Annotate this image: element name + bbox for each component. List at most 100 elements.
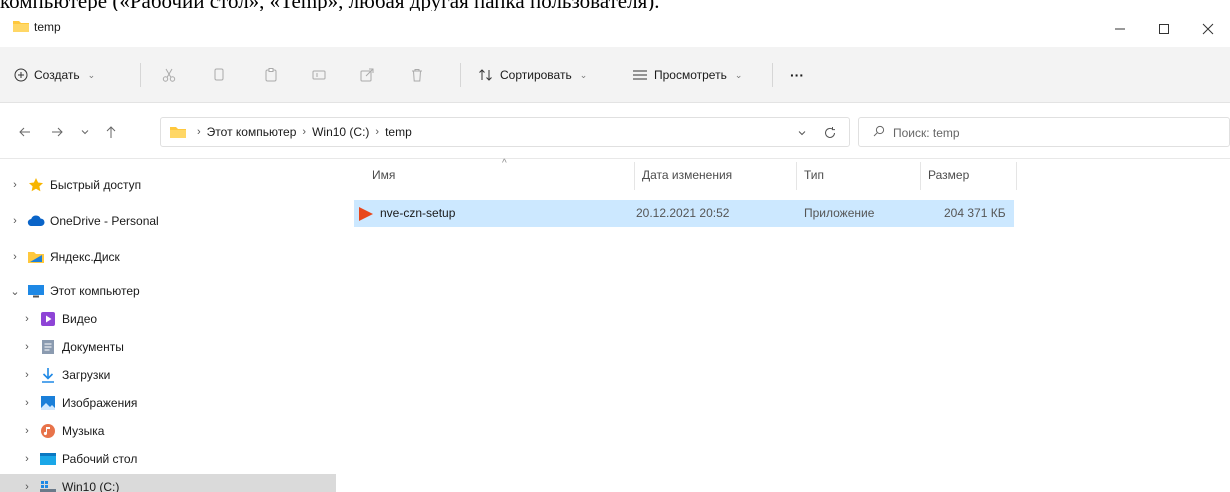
navigation-pane: › Быстрый доступ › OneDrive - Personal ›… (0, 160, 336, 492)
delete-button[interactable] (402, 61, 432, 89)
sidebar-item-music[interactable]: › Музыка (0, 418, 336, 444)
column-header-size[interactable]: Размер (920, 160, 1016, 190)
chevron-right-icon: › (13, 251, 17, 263)
more-options-button[interactable]: ··· (790, 61, 804, 89)
sidebar-item-label: Win10 (C:) (62, 480, 120, 492)
sidebar-item-drive-c[interactable]: › Win10 (C:) (0, 474, 336, 492)
maximize-icon (1159, 24, 1169, 34)
chevron-down-icon (798, 131, 806, 136)
trash-icon (412, 69, 422, 82)
maximize-button[interactable] (1146, 15, 1182, 43)
sidebar-item-desktop[interactable]: › Рабочий стол (0, 446, 336, 472)
paste-button[interactable] (256, 61, 286, 89)
column-header-label: Имя (372, 168, 396, 182)
table-row[interactable]: nve-czn-setup 20.12.2021 20:52 Приложени… (354, 200, 1014, 227)
rename-button[interactable] (304, 61, 334, 89)
sidebar-item-label: Изображения (62, 396, 138, 410)
view-button[interactable]: Просмотреть ⌄ (632, 61, 742, 89)
sort-label: Сортировать (500, 68, 572, 82)
sidebar-item-yandex-disk[interactable]: › Яндекс.Диск (0, 244, 336, 270)
share-button[interactable] (352, 61, 382, 89)
refresh-button[interactable] (821, 124, 839, 142)
column-header-modified[interactable]: Дата изменения (634, 160, 796, 190)
chevron-right-icon: › (25, 425, 29, 437)
back-button[interactable] (14, 121, 36, 143)
sidebar-item-label: Яндекс.Диск (50, 250, 120, 264)
pictures-icon (39, 395, 57, 411)
create-button[interactable]: Создать ⌄ (14, 61, 95, 89)
search-field[interactable]: Поиск: temp (858, 117, 1230, 147)
sidebar-item-documents[interactable]: › Документы (0, 334, 336, 360)
computer-icon (27, 283, 45, 299)
sidebar-item-label: Рабочий стол (62, 452, 138, 466)
minimize-button[interactable] (1102, 15, 1138, 43)
column-header-label: Дата изменения (642, 168, 733, 182)
downloads-icon (39, 367, 57, 383)
column-header-name[interactable]: Имя ^ (354, 158, 634, 190)
copy-button[interactable] (204, 61, 234, 89)
plus-circle-icon (14, 68, 28, 82)
file-list: Имя ^ Дата изменения Тип Размер nve-czn-… (336, 158, 1230, 492)
video-icon (39, 311, 57, 327)
folder-icon (12, 19, 30, 36)
copy-icon (214, 68, 224, 81)
documents-icon (39, 339, 57, 355)
chevron-down-icon (81, 130, 89, 135)
cloud-icon (27, 213, 45, 229)
sidebar-item-label: Загрузки (62, 368, 111, 382)
chevron-right-icon: › (25, 341, 29, 353)
sidebar-item-this-pc[interactable]: ⌄ Этот компьютер (0, 278, 336, 304)
star-icon (27, 177, 45, 193)
view-lines-icon (633, 70, 647, 80)
toolbar-divider (772, 63, 773, 87)
refresh-icon (825, 127, 835, 138)
breadcrumb-drive[interactable]: Win10 (C:) (312, 125, 369, 139)
paste-icon (265, 68, 277, 82)
close-button[interactable] (1190, 15, 1226, 43)
column-header-label: Тип (804, 168, 825, 182)
chevron-down-icon: ⌄ (734, 69, 743, 80)
command-bar: Создать ⌄ Сортировать ⌄ Просмотреть ⌄ ··… (0, 47, 1230, 103)
chevron-down-icon: ⌄ (87, 69, 96, 80)
forward-button[interactable] (46, 121, 68, 143)
sidebar-item-label: OneDrive - Personal (50, 214, 159, 228)
sidebar-item-quick-access[interactable]: › Быстрый доступ (0, 172, 336, 198)
sidebar-item-video[interactable]: › Видео (0, 306, 336, 332)
sort-button[interactable]: Сортировать ⌄ (478, 61, 587, 89)
sidebar-item-onedrive[interactable]: › OneDrive - Personal (0, 208, 336, 234)
chevron-right-icon: › (25, 313, 29, 325)
minimize-icon (1115, 28, 1125, 30)
title-bar: temp (0, 11, 1230, 47)
scissors-icon (162, 68, 176, 82)
address-history-button[interactable] (793, 124, 811, 142)
view-label: Просмотреть (654, 68, 727, 82)
chevron-right-icon: › (13, 179, 17, 191)
toolbar-divider (140, 63, 141, 87)
column-divider[interactable] (1016, 162, 1017, 190)
chevron-down-icon: ⌄ (579, 69, 588, 80)
breadcrumb-this-pc[interactable]: Этот компьютер (207, 125, 297, 139)
breadcrumb-temp[interactable]: temp (385, 125, 412, 139)
up-button[interactable] (100, 121, 122, 143)
breadcrumb: › Этот компьютер › Win10 (C:) › temp (197, 125, 412, 139)
column-header-type[interactable]: Тип (796, 160, 920, 190)
cut-button[interactable] (154, 61, 184, 89)
chevron-right-icon: › (25, 481, 29, 492)
chevron-right-icon: › (25, 397, 29, 409)
chevron-right-icon: › (25, 453, 29, 465)
sidebar-item-pictures[interactable]: › Изображения (0, 390, 336, 416)
share-icon (360, 68, 374, 82)
chevron-right-icon: › (13, 215, 17, 227)
search-input[interactable]: Поиск: temp (893, 126, 960, 140)
file-type: Приложение (804, 206, 875, 220)
sidebar-item-downloads[interactable]: › Загрузки (0, 362, 336, 388)
address-bar[interactable]: › Этот компьютер › Win10 (C:) › temp (160, 117, 850, 147)
sidebar-item-label: Этот компьютер (50, 284, 140, 298)
recent-locations-button[interactable] (74, 121, 96, 143)
sidebar-item-label: Быстрый доступ (50, 178, 142, 192)
chevron-down-icon: ⌄ (10, 285, 20, 298)
breadcrumb-separator: › (197, 126, 201, 138)
drive-icon (39, 479, 57, 492)
chevron-right-icon: › (25, 369, 29, 381)
file-name: nve-czn-setup (380, 206, 456, 220)
